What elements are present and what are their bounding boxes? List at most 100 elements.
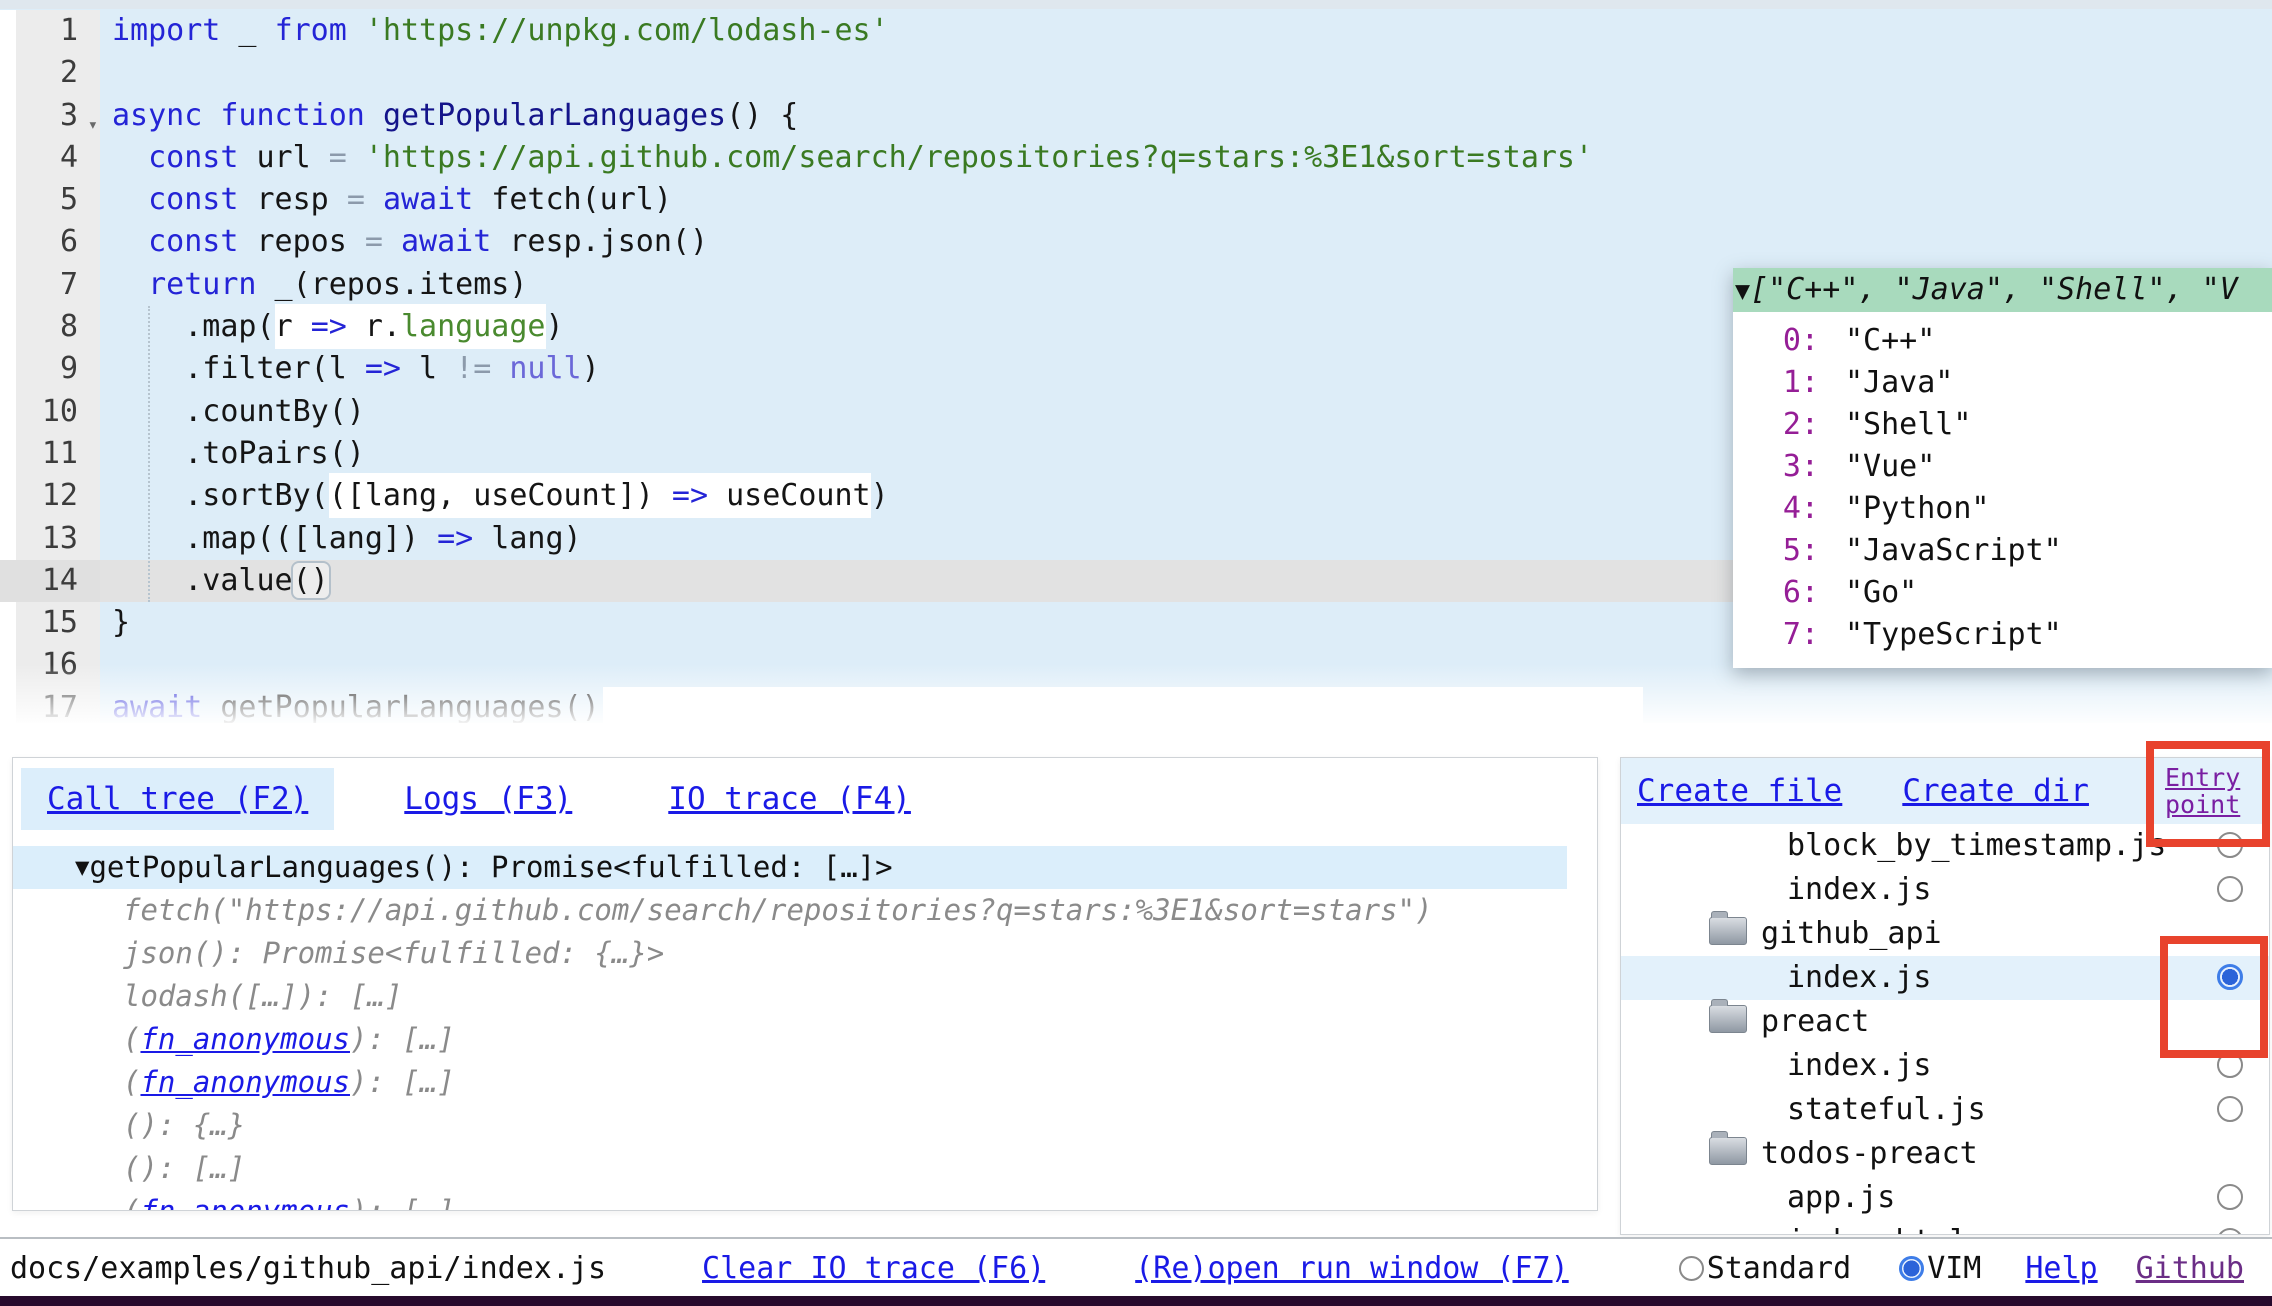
array-item-value: "Vue" [1845, 449, 1935, 484]
folder-icon [1709, 1137, 1747, 1165]
code-token: import [112, 13, 220, 48]
call-tree-row[interactable]: (): […] [13, 1147, 1597, 1190]
create-file-button[interactable]: Create file [1637, 773, 1842, 809]
call-tree-row[interactable]: lodash([…]): […] [13, 975, 1597, 1018]
code-token: return [148, 267, 256, 302]
line-number: 13 [16, 518, 100, 560]
array-item-index: 0: [1733, 320, 1819, 362]
code-token: repos [238, 224, 364, 259]
call-tree-text: fetch("https://api.github.com/search/rep… [123, 893, 1432, 927]
window-top-edge [0, 0, 2272, 9]
vim-radio-label: VIM [1927, 1251, 1981, 1286]
value-overlay-header[interactable]: ▼["C++", "Java", "Shell", "V [1733, 268, 2272, 312]
file-tree-file-stateful-js[interactable]: stateful.js [1621, 1088, 2269, 1132]
code-token: fetch(url) [473, 182, 672, 217]
call-tree-row[interactable]: fetch("https://api.github.com/search/rep… [13, 889, 1597, 932]
line-number: 16 [16, 644, 100, 686]
code-line[interactable]: 5 const resp = await fetch(url) [0, 179, 2272, 221]
expand-arrow-icon[interactable]: ▼ [75, 853, 89, 881]
file-name: todos-preact [1761, 1136, 1978, 1171]
indent-guide [148, 306, 150, 602]
call-tree-row[interactable]: ▼getPopularLanguages(): Promise<fulfille… [13, 846, 1567, 889]
call-tree-text: (): {…} [123, 1108, 245, 1142]
anonymous-fn-link[interactable]: fn_anonymous [140, 1065, 350, 1099]
file-tree-file-app-js[interactable]: app.js [1621, 1176, 2269, 1220]
file-tree-file-index-js[interactable]: index.js [1621, 868, 2269, 912]
editor-left-margin [0, 560, 16, 602]
anonymous-fn-link[interactable]: fn_anonymous [140, 1194, 350, 1211]
tab-logs-f3-[interactable]: Logs (F3) [378, 768, 598, 830]
call-tree-row[interactable]: (fn_anonymous): […] [13, 1018, 1597, 1061]
code-token: } [112, 605, 130, 640]
editor-left-margin [0, 644, 16, 686]
array-item-value: "Shell" [1845, 407, 1971, 442]
call-tree-row[interactable]: json(): Promise<fulfilled: {…}> [13, 932, 1597, 975]
editor-left-margin [0, 306, 16, 348]
vim-radio[interactable] [1899, 1256, 1924, 1281]
code-token [365, 98, 383, 133]
call-tree-text: ): […] [350, 1194, 455, 1211]
panel-tabs: Call tree (F2) Logs (F3) IO trace (F4) [21, 768, 1597, 830]
code-token: .value [112, 563, 293, 598]
create-dir-button[interactable]: Create dir [1902, 773, 2089, 809]
call-tree-row[interactable]: (fn_anonymous): […] [13, 1061, 1597, 1104]
entry-point-radio[interactable] [2217, 1228, 2243, 1235]
code-text: return _(repos.items) [100, 264, 527, 306]
code-text: const repos = await resp.json() [100, 221, 708, 263]
file-name: index.js [1787, 1048, 1932, 1083]
code-line[interactable]: 17await getPopularLanguages() [0, 687, 2272, 723]
standard-radio[interactable] [1679, 1256, 1704, 1281]
line-number: 2 [16, 52, 100, 94]
call-tree-text: ( [123, 1194, 140, 1211]
call-tree-row[interactable]: (): {…} [13, 1104, 1597, 1147]
code-line[interactable]: 6 const repos = await resp.json() [0, 221, 2272, 263]
line-number-fold-marker: 3 [16, 95, 100, 137]
keymap-standard-option[interactable]: Standard [1679, 1251, 1852, 1286]
entry-point-radio[interactable] [2217, 1184, 2243, 1210]
array-item-row: 4:"Python" [1733, 488, 2272, 530]
window-bottom-edge [0, 1296, 2272, 1306]
code-token: 'https://api.github.com/search/repositor… [365, 140, 1593, 175]
entry-point-radio[interactable] [2217, 876, 2243, 902]
keymap-vim-option[interactable]: VIM [1899, 1251, 1981, 1286]
editor-left-margin [0, 179, 16, 221]
code-token: r. [347, 304, 401, 349]
help-link[interactable]: Help [2025, 1251, 2097, 1286]
code-text: .sortBy(([lang, useCount]) => useCount) [100, 475, 889, 517]
clear-io-trace-button[interactable]: Clear IO trace (F6) [702, 1251, 1045, 1286]
array-item-index: 5: [1733, 530, 1819, 572]
code-token: _(repos.items) [257, 267, 528, 302]
line-number: 15 [16, 602, 100, 644]
code-token: url [238, 140, 328, 175]
code-line[interactable]: 2 [0, 52, 2272, 94]
editor-left-margin [0, 433, 16, 475]
tab-io-trace-f4-[interactable]: IO trace (F4) [642, 768, 937, 830]
code-token [347, 13, 365, 48]
code-token: = [347, 182, 365, 217]
code-line[interactable]: 3async function getPopularLanguages() { [0, 95, 2272, 137]
collapse-arrow-icon[interactable]: ▼ [1733, 276, 1750, 305]
anonymous-fn-link[interactable]: fn_anonymous [140, 1022, 350, 1056]
code-line[interactable]: 1import _ from 'https://unpkg.com/lodash… [0, 10, 2272, 52]
github-link[interactable]: Github [2136, 1251, 2244, 1286]
call-tree-panel: Call tree (F2) Logs (F3) IO trace (F4) ▼ge… [12, 757, 1598, 1211]
file-tree-file-index-html[interactable]: index.html [1621, 1220, 2269, 1235]
array-item-index: 1: [1733, 362, 1819, 404]
line-number: 14 [16, 560, 100, 602]
code-token: from [275, 13, 347, 48]
array-item-value: "C++" [1845, 323, 1935, 358]
array-item-row: 5:"JavaScript" [1733, 530, 2272, 572]
tab-call-tree-f2-[interactable]: Call tree (F2) [21, 768, 334, 830]
file-name: index.js [1787, 872, 1932, 907]
code-token: resp [238, 182, 346, 217]
entry-point-radio[interactable] [2217, 1096, 2243, 1122]
code-line[interactable]: 4 const url = 'https://api.github.com/se… [0, 137, 2272, 179]
call-tree-row[interactable]: (fn_anonymous): […] [13, 1190, 1597, 1211]
code-token: .sortBy( [112, 478, 329, 513]
code-token: async [112, 98, 202, 133]
code-token: => [311, 304, 347, 349]
reopen-run-window-button[interactable]: (Re)open run window (F7) [1135, 1251, 1568, 1286]
file-tree-dir-todos-preact[interactable]: todos-preact [1621, 1132, 2269, 1176]
annotation-box-selected-radio [2160, 936, 2268, 1058]
editor-left-margin [0, 221, 16, 263]
